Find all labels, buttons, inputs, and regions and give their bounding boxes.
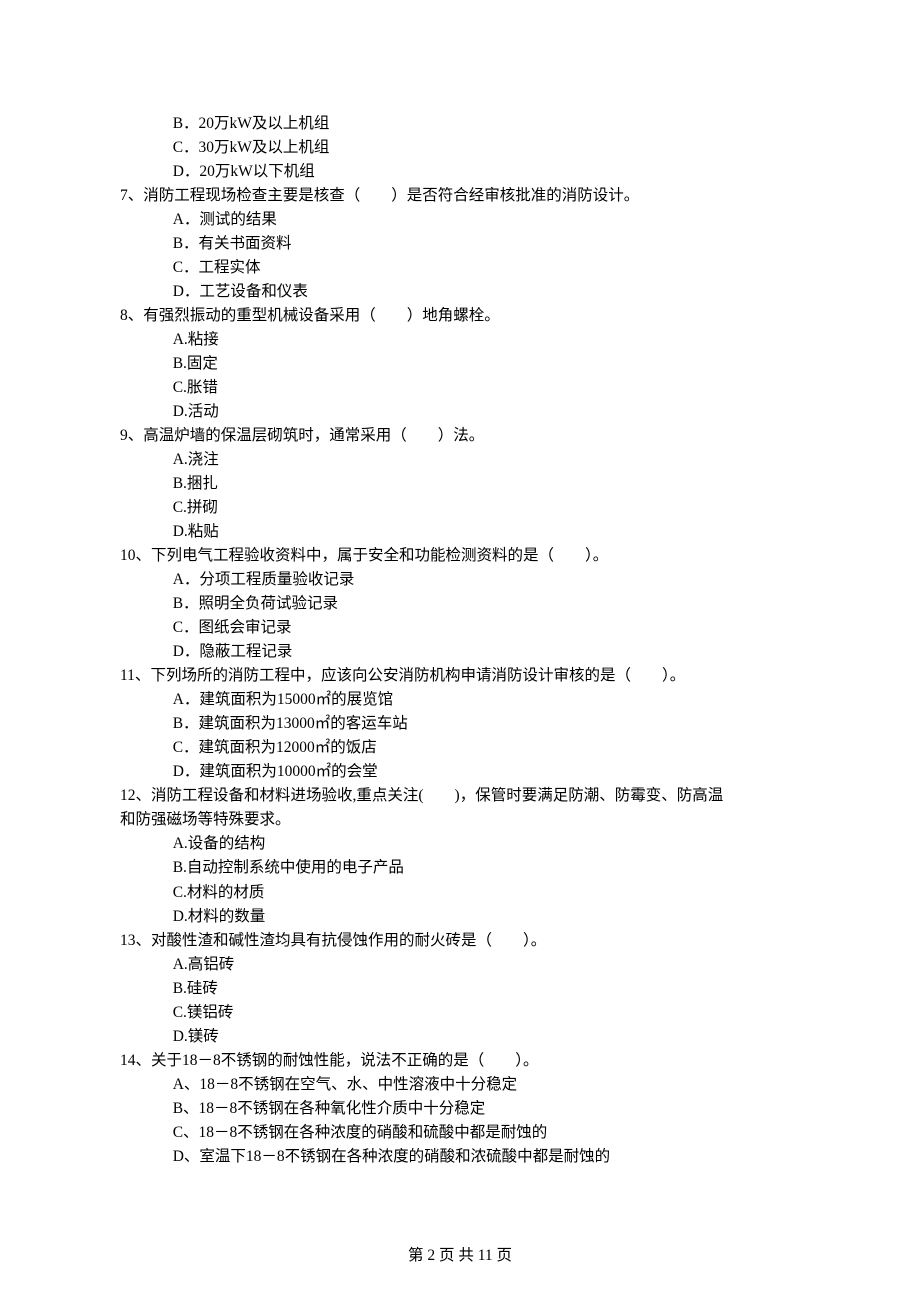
option-line: B.捆扎 — [120, 472, 800, 496]
content-area: B．20万kW及以上机组 C．30万kW及以上机组 D．20万kW以下机组 7、… — [120, 112, 800, 1169]
page: B．20万kW及以上机组 C．30万kW及以上机组 D．20万kW以下机组 7、… — [0, 0, 920, 1302]
question-text: 消防工程设备和材料进场验收,重点关注( )，保管时要满足防潮、防霉变、防高温 — [151, 787, 723, 804]
question-text: 下列场所的消防工程中，应该向公安消防机构申请消防设计审核的是（ ）。 — [150, 667, 685, 684]
question-number: 7、 — [120, 187, 143, 204]
option-line: C.镁铝砖 — [120, 1001, 800, 1025]
option-line: A．建筑面积为15000㎡的展览馆 — [120, 688, 800, 712]
option-line: C.拼砌 — [120, 496, 800, 520]
option-line: D.材料的数量 — [120, 905, 800, 929]
option-line: D.镁砖 — [120, 1025, 800, 1049]
question-number: 14、 — [120, 1052, 151, 1069]
question-stem: 8、有强烈振动的重型机械设备采用（ ）地角螺栓。 — [120, 304, 800, 328]
question-number: 13、 — [120, 932, 151, 949]
option-line: D.活动 — [120, 400, 800, 424]
question-stem: 14、关于18－8不锈钢的耐蚀性能，说法不正确的是（ ）。 — [120, 1049, 800, 1073]
question-stem: 7、消防工程现场检查主要是核查（ ）是否符合经审核批准的消防设计。 — [120, 184, 800, 208]
option-line: D、室温下18－8不锈钢在各种浓度的硝酸和浓硫酸中都是耐蚀的 — [120, 1145, 800, 1169]
option-line: D．工艺设备和仪表 — [120, 280, 800, 304]
option-line: B.自动控制系统中使用的电子产品 — [120, 856, 800, 880]
option-line: A.浇注 — [120, 448, 800, 472]
option-line: C.胀错 — [120, 376, 800, 400]
option-line: A.高铝砖 — [120, 953, 800, 977]
option-line: B．有关书面资料 — [120, 232, 800, 256]
question-number: 9、 — [120, 427, 143, 444]
question-text: 消防工程现场检查主要是核查（ ）是否符合经审核批准的消防设计。 — [143, 187, 639, 204]
question-stem: 10、下列电气工程验收资料中，属于安全和功能检测资料的是（ ）。 — [120, 544, 800, 568]
question-stem-cont: 和防强磁场等特殊要求。 — [120, 808, 800, 832]
question-number: 8、 — [120, 307, 143, 324]
option-line: B、18－8不锈钢在各种氧化性介质中十分稳定 — [120, 1097, 800, 1121]
question-stem: 13、对酸性渣和碱性渣均具有抗侵蚀作用的耐火砖是（ ）。 — [120, 929, 800, 953]
option-line: C．30万kW及以上机组 — [120, 136, 800, 160]
question-stem: 11、下列场所的消防工程中，应该向公安消防机构申请消防设计审核的是（ ）。 — [120, 664, 800, 688]
question-stem: 9、高温炉墙的保温层砌筑时，通常采用（ ）法。 — [120, 424, 800, 448]
option-line: A．测试的结果 — [120, 208, 800, 232]
question-number: 12、 — [120, 787, 151, 804]
option-line: A．分项工程质量验收记录 — [120, 568, 800, 592]
option-line: D．隐蔽工程记录 — [120, 640, 800, 664]
page-footer: 第 2 页 共 11 页 — [0, 1244, 920, 1268]
question-number: 10、 — [120, 547, 151, 564]
option-line: A、18－8不锈钢在空气、水、中性溶液中十分稳定 — [120, 1073, 800, 1097]
option-line: C．建筑面积为12000㎡的饭店 — [120, 736, 800, 760]
option-line: C、18－8不锈钢在各种浓度的硝酸和硫酸中都是耐蚀的 — [120, 1121, 800, 1145]
option-line: B．照明全负荷试验记录 — [120, 592, 800, 616]
option-line: D．建筑面积为10000㎡的会堂 — [120, 760, 800, 784]
question-stem: 12、消防工程设备和材料进场验收,重点关注( )，保管时要满足防潮、防霉变、防高… — [120, 784, 800, 808]
question-number: 11、 — [120, 667, 150, 684]
question-text: 下列电气工程验收资料中，属于安全和功能检测资料的是（ ）。 — [151, 547, 608, 564]
option-line: A.设备的结构 — [120, 832, 800, 856]
option-line: B.固定 — [120, 352, 800, 376]
question-text: 对酸性渣和碱性渣均具有抗侵蚀作用的耐火砖是（ ）。 — [151, 932, 546, 949]
option-line: B．建筑面积为13000㎡的客运车站 — [120, 712, 800, 736]
option-line: C．图纸会审记录 — [120, 616, 800, 640]
option-line: A.粘接 — [120, 328, 800, 352]
option-line: D．20万kW以下机组 — [120, 160, 800, 184]
option-line: B.硅砖 — [120, 977, 800, 1001]
option-line: D.粘贴 — [120, 520, 800, 544]
option-line: B．20万kW及以上机组 — [120, 112, 800, 136]
option-line: C．工程实体 — [120, 256, 800, 280]
question-text: 高温炉墙的保温层砌筑时，通常采用（ ）法。 — [143, 427, 484, 444]
option-line: C.材料的材质 — [120, 881, 800, 905]
question-text: 关于18－8不锈钢的耐蚀性能，说法不正确的是（ ）。 — [151, 1052, 539, 1069]
question-text: 有强烈振动的重型机械设备采用（ ）地角螺栓。 — [143, 307, 500, 324]
